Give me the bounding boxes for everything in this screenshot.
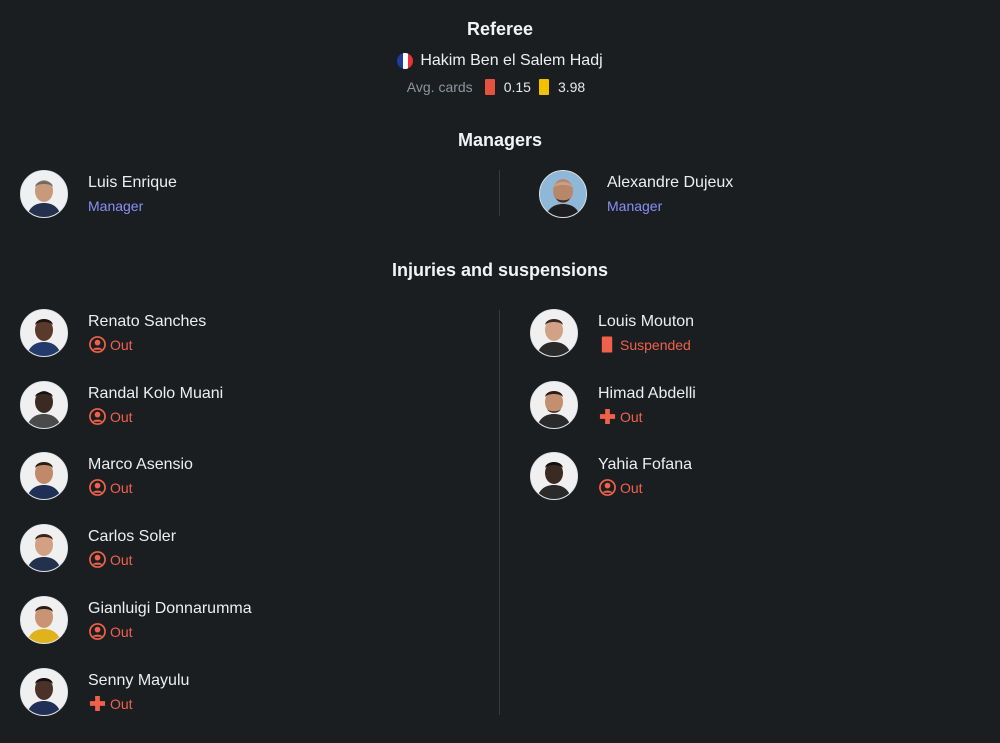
avatar xyxy=(20,170,68,218)
status-label: Out xyxy=(110,551,133,568)
player-status: Out xyxy=(88,694,189,714)
person-out-icon xyxy=(88,336,106,354)
player-name: Himad Abdelli xyxy=(598,384,696,402)
injury-row[interactable]: Louis Mouton Suspended xyxy=(530,309,694,357)
person-out-icon xyxy=(598,479,616,497)
avatar xyxy=(20,381,68,429)
status-label: Out xyxy=(110,408,133,425)
person-out-icon xyxy=(88,408,106,426)
status-label: Out xyxy=(620,479,643,496)
avatar xyxy=(530,452,578,500)
avatar xyxy=(20,524,68,572)
red-card-icon xyxy=(598,336,616,354)
avatar xyxy=(539,170,587,218)
manager-home[interactable]: Luis Enrique Manager xyxy=(20,170,177,218)
player-status: Out xyxy=(88,407,223,427)
injury-cross-icon xyxy=(88,695,106,713)
player-name: Carlos Soler xyxy=(88,527,177,545)
status-label: Suspended xyxy=(620,336,691,353)
referee-name[interactable]: Hakim Ben el Salem Hadj xyxy=(420,52,602,70)
referee-row: Hakim Ben el Salem Hadj xyxy=(0,52,1000,70)
avatar xyxy=(530,381,578,429)
injuries-title: Injuries and suspensions xyxy=(391,260,609,280)
injury-row[interactable]: Randal Kolo Muani Out xyxy=(20,381,223,429)
injuries-divider xyxy=(499,310,500,715)
manager-role: Manager xyxy=(88,197,144,214)
injury-cross-icon xyxy=(598,408,616,426)
avg-cards-label: Avg. cards xyxy=(406,79,473,95)
manager-name: Alexandre Dujeux xyxy=(607,173,734,191)
avatar xyxy=(20,668,68,716)
red-card-icon xyxy=(484,79,495,95)
player-name: Gianluigi Donnarumma xyxy=(88,599,252,617)
injury-row[interactable]: Gianluigi Donnarumma Out xyxy=(20,596,252,644)
player-status: Out xyxy=(88,478,193,498)
person-out-icon xyxy=(88,479,106,497)
avatar xyxy=(20,452,68,500)
status-label: Out xyxy=(110,336,133,353)
referee-title: Referee xyxy=(466,19,534,39)
injury-row[interactable]: Renato Sanches Out xyxy=(20,309,206,357)
avatar xyxy=(20,309,68,357)
status-label: Out xyxy=(620,408,643,425)
yellow-card-icon xyxy=(538,79,549,95)
managers-title: Managers xyxy=(457,130,543,150)
player-status: Out xyxy=(598,407,696,427)
france-flag-icon xyxy=(397,53,414,69)
manager-name: Luis Enrique xyxy=(88,173,177,191)
status-label: Out xyxy=(110,479,133,496)
status-label: Out xyxy=(110,695,133,712)
player-status: Out xyxy=(88,550,176,570)
manager-away[interactable]: Alexandre Dujeux Manager xyxy=(539,170,733,218)
player-name: Louis Mouton xyxy=(598,312,695,330)
avatar xyxy=(20,596,68,644)
player-name: Renato Sanches xyxy=(88,312,207,330)
injury-row[interactable]: Senny Mayulu Out xyxy=(20,668,189,716)
managers-divider xyxy=(499,170,500,216)
player-name: Senny Mayulu xyxy=(88,671,190,689)
injury-row[interactable]: Yahia Fofana Out xyxy=(530,452,692,500)
player-status: Out xyxy=(88,622,252,642)
player-status: Out xyxy=(598,478,692,498)
red-card-avg: 0.15 xyxy=(503,79,531,95)
player-status: Suspended xyxy=(598,335,694,355)
injury-row[interactable]: Himad Abdelli Out xyxy=(530,381,696,429)
injury-row[interactable]: Carlos Soler Out xyxy=(20,524,176,572)
yellow-card-avg: 3.98 xyxy=(557,79,586,95)
manager-role: Manager xyxy=(607,197,663,214)
person-out-icon xyxy=(88,623,106,641)
player-name: Randal Kolo Muani xyxy=(88,384,224,402)
player-name: Yahia Fofana xyxy=(598,455,692,473)
avatar xyxy=(530,309,578,357)
player-status: Out xyxy=(88,335,206,355)
referee-cards: Avg. cards 0.15 3.98 xyxy=(0,79,1000,95)
player-name: Marco Asensio xyxy=(88,455,193,473)
match-info-panel: Referee Hakim Ben el Salem Hadj Avg. car… xyxy=(0,0,1000,743)
injury-row[interactable]: Marco Asensio Out xyxy=(20,452,193,500)
person-out-icon xyxy=(88,551,106,569)
status-label: Out xyxy=(110,623,133,640)
